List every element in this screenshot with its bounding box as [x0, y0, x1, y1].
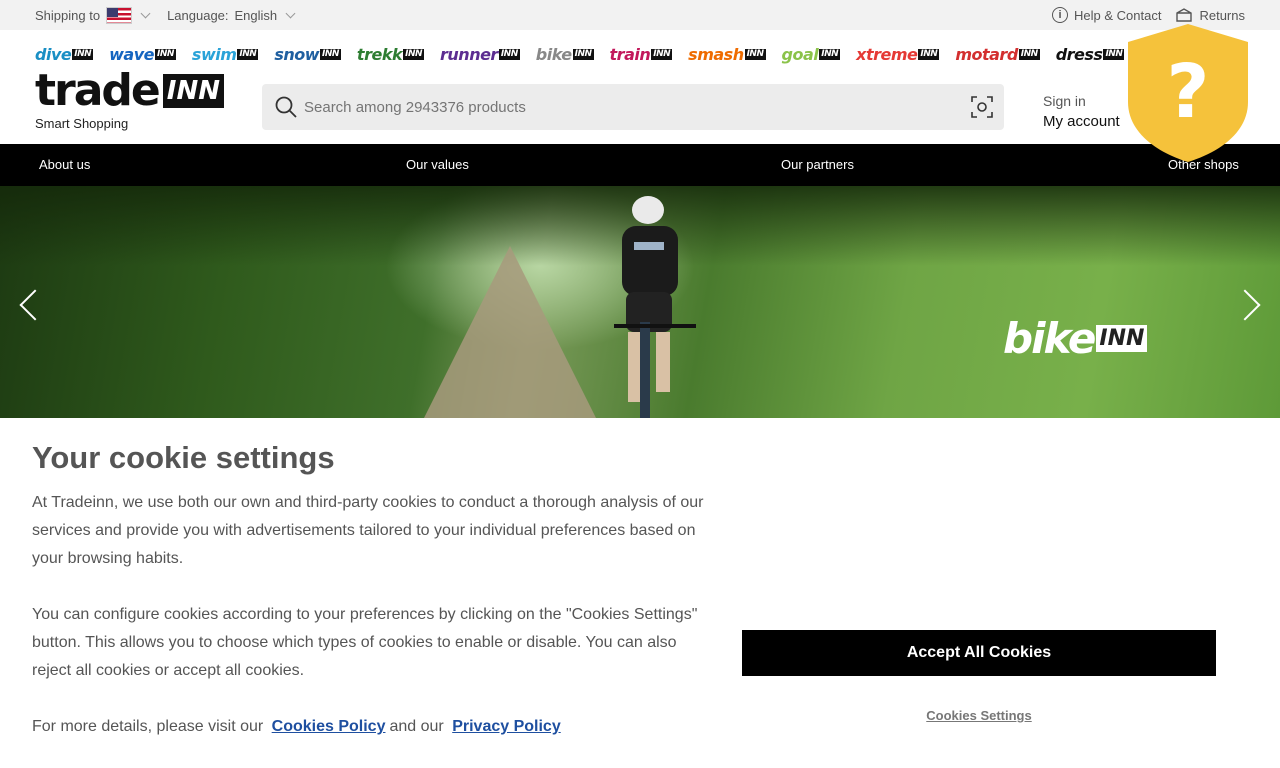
shop-name: snow	[274, 44, 319, 64]
help-contact-label: Help & Contact	[1074, 7, 1162, 23]
shop-inn-badge: INN	[918, 48, 940, 60]
shop-inn-badge: INN	[651, 48, 673, 60]
nav-about-us[interactable]: About us	[39, 157, 90, 172]
returns-link[interactable]: Returns	[1175, 7, 1245, 23]
cookies-settings-link[interactable]: Cookies Settings	[742, 708, 1216, 723]
search-input[interactable]	[304, 98, 970, 116]
cyclist-image	[614, 196, 696, 418]
cookie-paragraph-2: You can configure cookies according to y…	[32, 606, 698, 679]
language-label: Language:	[167, 7, 229, 23]
shop-inn-badge: INN	[155, 48, 176, 60]
shop-inn-badge: INN	[572, 48, 594, 60]
shop-name: trekk	[356, 44, 403, 64]
account-menu[interactable]: Sign in My account	[1043, 93, 1120, 130]
hero-path	[420, 246, 600, 418]
accept-all-cookies-button[interactable]: Accept All Cookies	[742, 630, 1216, 676]
info-icon: i	[1052, 7, 1069, 23]
cookies-policy-link[interactable]: Cookies Policy	[272, 718, 386, 735]
shipping-label: Shipping to	[35, 7, 101, 23]
my-account-label: My account	[1043, 113, 1120, 130]
utility-bar: Shipping to Language: English i Help & C…	[0, 0, 1280, 30]
shop-link-wave[interactable]: wave INN	[109, 45, 176, 64]
search-icon[interactable]	[274, 95, 298, 119]
help-contact-link[interactable]: i Help & Contact	[1052, 7, 1161, 23]
logo-word: trade	[35, 65, 161, 116]
main-nav: About us Our values Our partners Other s…	[0, 144, 1280, 186]
shop-inn-badge: INN	[744, 48, 766, 60]
tradeinn-logo[interactable]: trade INN Smart Shopping	[35, 68, 224, 131]
shop-link-swim[interactable]: swim INN	[191, 44, 259, 64]
shop-inn-badge: INN	[320, 48, 341, 60]
shipping-selector[interactable]: Shipping to Language: English	[35, 0, 300, 30]
shop-link-trekk[interactable]: trekk INN	[356, 44, 425, 64]
banner-brand-word: bike	[1003, 314, 1096, 363]
shop-name: smash	[688, 44, 744, 64]
cookie-paragraph-1: At Tradeinn, we use both our own and thi…	[32, 494, 704, 567]
shop-link-motard[interactable]: motard INN	[955, 44, 1040, 64]
shops-strip: dive INN wave INN swim INN snow INN trekk INN runn…	[35, 40, 1145, 68]
nav-our-values[interactable]: Our values	[406, 157, 469, 172]
language-value[interactable]: English	[235, 8, 278, 23]
shop-name: wave	[109, 44, 154, 64]
shop-link-smash[interactable]: smash INN	[688, 44, 766, 64]
shop-link-train[interactable]: train INN	[610, 45, 673, 64]
cookie-title: Your cookie settings	[32, 440, 335, 475]
shop-name: bike	[535, 44, 572, 64]
shop-name: swim	[191, 44, 237, 64]
shop-link-bike[interactable]: bike INN	[536, 45, 594, 64]
privacy-policy-link[interactable]: Privacy Policy	[452, 718, 561, 735]
shop-name: train	[609, 44, 651, 64]
logo-tagline: Smart Shopping	[35, 116, 129, 131]
shop-inn-badge: INN	[237, 48, 259, 60]
svg-text:?: ?	[1167, 49, 1210, 135]
shop-name: goal	[781, 44, 819, 64]
search-bar	[262, 84, 1004, 130]
nav-our-partners[interactable]: Our partners	[781, 157, 854, 172]
shop-name: runner	[440, 44, 498, 64]
shop-inn-badge: INN	[1018, 48, 1040, 60]
logo-inn-box: INN	[162, 74, 224, 108]
shop-inn-badge: INN	[403, 48, 425, 60]
help-shield-icon[interactable]: ?	[1124, 22, 1252, 164]
sign-in-label: Sign in	[1043, 93, 1086, 109]
chevron-down-icon	[285, 8, 296, 18]
shop-inn-badge: INN	[1103, 48, 1125, 60]
shop-name: dress	[1055, 44, 1103, 64]
carousel-prev-arrow[interactable]	[19, 289, 51, 321]
shop-name: xtreme	[856, 44, 918, 64]
carousel-next-arrow[interactable]	[1229, 289, 1261, 321]
shop-link-xtreme[interactable]: xtreme INN	[856, 44, 940, 64]
cookie-policy-prefix: For more details, please visit our	[32, 718, 264, 735]
shop-inn-badge: INN	[819, 48, 841, 60]
shop-inn-badge: INN	[72, 48, 94, 60]
bikeinn-banner-logo: bike INN	[1003, 314, 1148, 363]
shop-link-runner[interactable]: runner INN	[440, 45, 520, 64]
returns-box-icon	[1176, 8, 1193, 22]
hero-banner[interactable]: bike INN	[0, 186, 1280, 418]
returns-label: Returns	[1199, 7, 1245, 23]
shop-link-snow[interactable]: snow INN	[274, 45, 341, 64]
cookie-policy-mid: and our	[389, 718, 444, 735]
shop-link-dive[interactable]: dive INN	[35, 44, 94, 64]
cookie-paragraph-3: For more details, please visit our Cooki…	[32, 713, 712, 741]
banner-brand-box: INN	[1096, 325, 1148, 352]
us-flag-icon	[106, 6, 133, 24]
camera-search-icon[interactable]	[970, 95, 994, 119]
cookie-consent-panel: Your cookie settings At Tradeinn, we use…	[0, 418, 1280, 768]
shop-inn-badge: INN	[498, 48, 520, 60]
shop-name: motard	[955, 44, 1018, 64]
shop-link-dress[interactable]: dress INN	[1056, 45, 1125, 64]
shop-name: dive	[35, 44, 72, 64]
shop-link-goal[interactable]: goal INN	[782, 45, 841, 64]
chevron-down-icon	[140, 8, 151, 18]
